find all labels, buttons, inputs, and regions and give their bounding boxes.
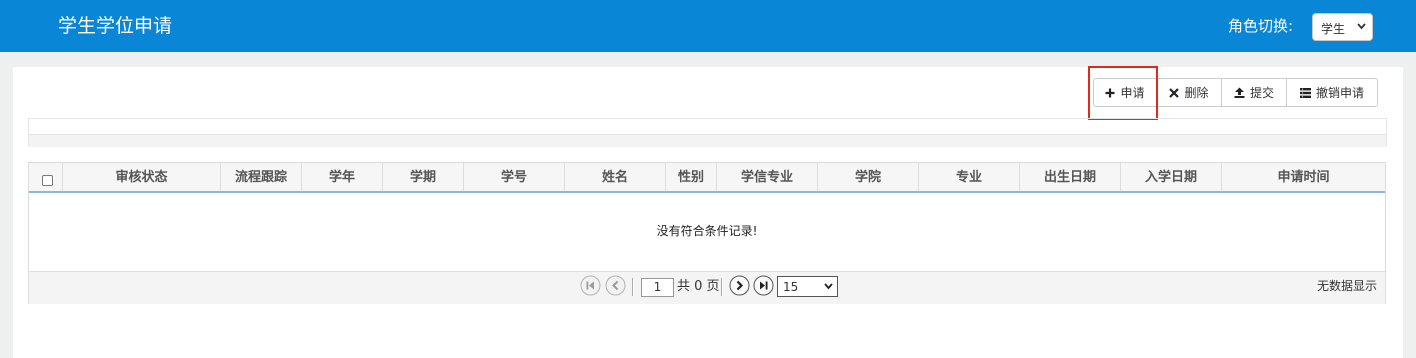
column-header[interactable]: 性别 [666, 163, 717, 191]
close-icon [1169, 87, 1180, 98]
chevron-down-icon [824, 283, 833, 290]
next-page-icon[interactable] [729, 275, 750, 296]
column-header[interactable]: 姓名 [565, 163, 666, 191]
pager-separator [721, 278, 723, 296]
column-header[interactable]: 学信专业 [717, 163, 818, 191]
chevron-down-icon [1357, 23, 1366, 30]
column-header[interactable]: 流程跟踪 [221, 163, 302, 191]
column-header[interactable]: 学期 [383, 163, 464, 191]
delete-button-label: 删除 [1184, 86, 1209, 100]
column-header[interactable]: 学院 [818, 163, 919, 191]
search-area [28, 118, 1387, 147]
page-title: 学生学位申请 [58, 15, 173, 37]
pagination-bar: 1 共 0 页 15 无数据显示 [29, 271, 1385, 304]
submit-button-label: 提交 [1249, 86, 1274, 100]
upload-icon [1234, 87, 1245, 98]
pager-separator [632, 278, 634, 296]
cancel-apply-button-label: 撤销申请 [1315, 86, 1364, 100]
empty-records-message: 没有符合条件记录! [656, 224, 758, 238]
apply-button-highlight [1088, 66, 1158, 120]
last-page-icon[interactable] [753, 275, 774, 296]
column-header[interactable]: 专业 [919, 163, 1020, 191]
grid-header: 审核状态 流程跟踪 学年 学期 学号 姓名 性别 学信专业 学院 专业 出生日期… [29, 163, 1385, 193]
column-header[interactable]: 出生日期 [1020, 163, 1121, 191]
select-all-column [29, 163, 63, 191]
role-select-value: 学生 [1321, 22, 1346, 36]
submit-button[interactable]: 提交 [1221, 78, 1287, 107]
column-header[interactable]: 学号 [464, 163, 565, 191]
page-number-input[interactable]: 1 [641, 278, 674, 297]
column-header[interactable]: 入学日期 [1121, 163, 1222, 191]
page-size-select[interactable]: 15 [777, 276, 838, 297]
no-data-status: 无数据显示 [1317, 279, 1378, 293]
page-total-text: 共 0 页 [677, 279, 720, 294]
delete-button[interactable]: 删除 [1156, 78, 1222, 107]
cancel-apply-button[interactable]: 撤销申请 [1286, 78, 1378, 107]
list-icon [1299, 87, 1311, 98]
column-header[interactable]: 审核状态 [63, 163, 221, 191]
select-all-checkbox[interactable] [42, 175, 53, 186]
data-grid: 审核状态 流程跟踪 学年 学期 学号 姓名 性别 学信专业 学院 专业 出生日期… [28, 162, 1386, 304]
first-page-icon[interactable] [580, 275, 601, 296]
page-size-value: 15 [783, 280, 799, 294]
column-header[interactable]: 学年 [302, 163, 383, 191]
top-header-bar: 学生学位申请 角色切换: 学生 [0, 0, 1416, 52]
column-header[interactable]: 申请时间 [1222, 163, 1385, 191]
prev-page-icon[interactable] [605, 275, 626, 296]
role-switch-label: 角色切换: [1228, 17, 1294, 35]
search-area-divider [29, 134, 1386, 147]
role-select[interactable]: 学生 [1312, 13, 1373, 41]
